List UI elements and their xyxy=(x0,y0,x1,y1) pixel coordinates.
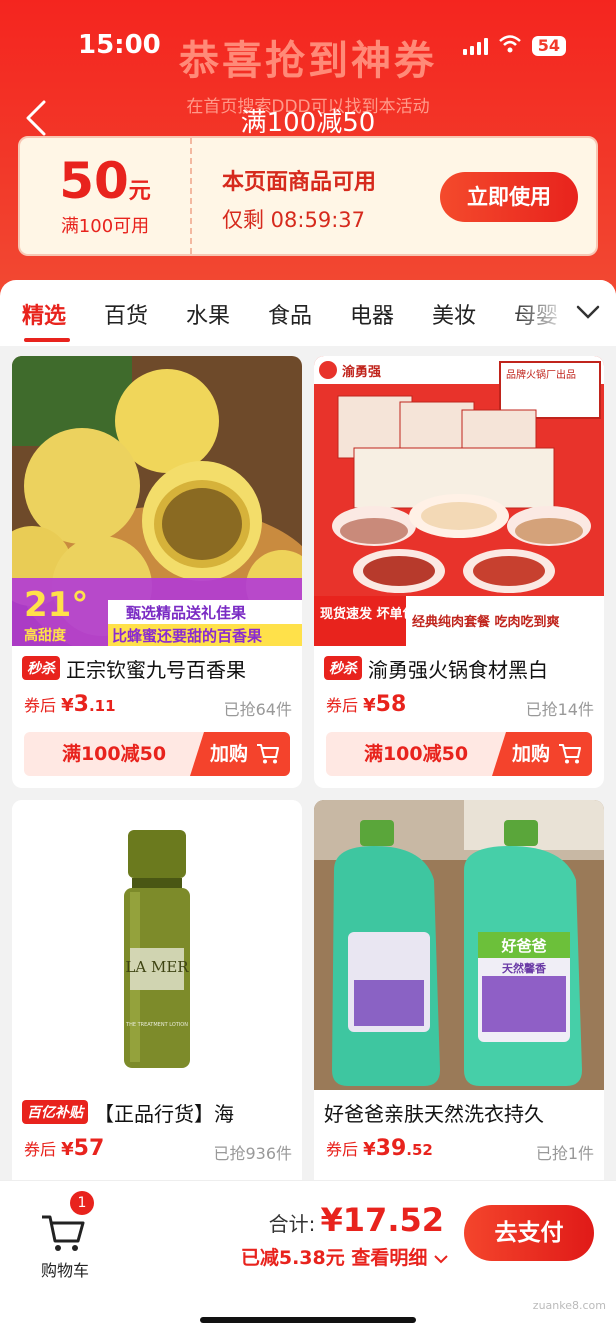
promo-bar: 满100减50 加购 xyxy=(24,732,290,776)
coupon-condition: 满100可用 xyxy=(60,216,150,237)
home-indicator xyxy=(200,1317,416,1323)
image-package: 经典纯肉套餐 吃肉吃到爽 xyxy=(412,614,560,630)
status-icons: 54 xyxy=(462,34,566,58)
product-card[interactable]: LA MER THE TREATMENT LOTION 百亿补贴 【正品行货】海… xyxy=(12,800,302,1220)
total-currency: ¥ xyxy=(320,1201,343,1239)
total-amount: 17.52 xyxy=(342,1201,444,1239)
expand-tabs-button[interactable] xyxy=(560,280,616,346)
bottle-brand: LA MER xyxy=(125,958,189,976)
checkout-bar: 1 购物车 合计: ¥17.52 已减5.38元 查看明细 去支付 zuanke… xyxy=(0,1180,616,1334)
cart-icon xyxy=(559,744,581,764)
jug-label-sub: 天然馨香 xyxy=(502,961,547,975)
promo-label: 满100减50 xyxy=(61,743,167,765)
promo-label: 满100减50 xyxy=(363,743,469,765)
bottle-sub: THE TREATMENT LOTION xyxy=(125,1022,188,1028)
product-image[interactable]: 21° 高甜度 甄选精品送礼佳果 比蜂蜜还要甜的百香果 xyxy=(12,356,302,646)
product-card[interactable]: 渝勇强 品牌火锅厂出品 现货速发 坏单包赔 经典纯肉套餐 吃肉吃到爽 秒杀 渝勇… xyxy=(314,356,604,788)
sold-count: 已抢14件 xyxy=(525,700,594,719)
total: 合计: ¥17.52 xyxy=(269,1201,444,1239)
cart-icon xyxy=(257,744,279,764)
cart-count-badge: 1 xyxy=(70,1191,94,1215)
add-to-cart-label: 加购 xyxy=(210,743,249,765)
currency-symbol: ¥ xyxy=(363,695,376,716)
chevron-down-icon xyxy=(576,305,600,319)
battery-icon: 54 xyxy=(531,36,566,56)
tab-featured[interactable]: 精选 xyxy=(22,298,66,330)
product-title[interactable]: 【正品行货】海 xyxy=(94,1098,234,1127)
coupon-timer: 仅剩 08:59:37 xyxy=(222,208,365,232)
view-details-link[interactable]: 查看明细 xyxy=(351,1247,427,1269)
watermark: zuanke8.com xyxy=(532,1299,606,1312)
use-now-button[interactable]: 立即使用 xyxy=(440,172,578,222)
image-slogan-1: 甄选精品送礼佳果 xyxy=(126,604,247,622)
cart-button[interactable]: 1 购物车 xyxy=(30,1191,100,1285)
tab-food[interactable]: 食品 xyxy=(268,298,312,330)
active-tab-indicator xyxy=(24,338,70,342)
product-image[interactable]: 渝勇强 品牌火锅厂出品 现货速发 坏单包赔 经典纯肉套餐 吃肉吃到爽 xyxy=(314,356,604,646)
status-time: 15:00 xyxy=(78,30,161,60)
currency-symbol: ¥ xyxy=(363,1139,376,1160)
tab-fruit[interactable]: 水果 xyxy=(186,298,230,330)
currency-symbol: ¥ xyxy=(61,695,74,716)
pay-button[interactable]: 去支付 xyxy=(464,1205,594,1261)
flash-sale-badge: 秒杀 xyxy=(22,656,60,680)
tab-beauty[interactable]: 美妆 xyxy=(432,298,476,330)
saved-amount: 已减5.38元 xyxy=(240,1247,345,1269)
price-decimal: .11 xyxy=(88,697,116,715)
page-title: 满100减50 xyxy=(240,108,376,138)
header-background: 恭喜抢到神券 在首页搜索DDD可以找到本活动 15:00 54 满100减50 … xyxy=(0,0,616,300)
sold-count: 已抢64件 xyxy=(223,700,292,719)
product-image[interactable]: LA MER THE TREATMENT LOTION xyxy=(12,800,302,1090)
image-corner: 品牌火锅厂出品 xyxy=(506,368,576,381)
price-label: 券后 xyxy=(24,1140,57,1159)
coupon-value: 50元 满100可用 xyxy=(20,138,192,254)
price-integer: 57 xyxy=(73,1136,105,1161)
total-label: 合计: xyxy=(268,1212,316,1236)
coupon-info: 本页面商品可用 仅剩 08:59:37 xyxy=(222,164,376,234)
tab-appliances[interactable]: 电器 xyxy=(350,298,394,330)
savings-details[interactable]: 已减5.38元 查看明细 xyxy=(241,1243,448,1270)
coupon-applicable: 本页面商品可用 xyxy=(222,170,377,195)
coupon-card: 50元 满100可用 本页面商品可用 仅剩 08:59:37 立即使用 xyxy=(18,136,598,256)
category-tabs: 精选 百货 水果 食品 电器 美妆 母婴 xyxy=(0,280,616,346)
image-brand: 渝勇强 xyxy=(342,364,381,380)
shopping-cart-icon xyxy=(42,1215,85,1251)
image-degree: 21° xyxy=(24,585,88,625)
tab-general[interactable]: 百货 xyxy=(104,298,148,330)
price-label: 券后 xyxy=(326,1140,359,1159)
add-to-cart-label: 加购 xyxy=(512,743,551,765)
currency-symbol: ¥ xyxy=(61,1139,74,1160)
product-title[interactable]: 好爸爸亲肤天然洗衣持久 xyxy=(324,1098,544,1127)
cart-label: 购物车 xyxy=(40,1261,89,1280)
wifi-icon xyxy=(498,34,522,58)
price-label: 券后 xyxy=(24,696,57,715)
image-sweetness: 高甜度 xyxy=(24,627,67,644)
price-label: 券后 xyxy=(326,696,359,715)
chevron-down-icon xyxy=(434,1255,448,1264)
product-card[interactable]: 21° 高甜度 甄选精品送礼佳果 比蜂蜜还要甜的百香果 秒杀 正宗钦蜜九号百香果… xyxy=(12,356,302,788)
product-card[interactable]: 好爸爸 天然馨香 好爸爸亲肤天然洗衣持久 券后 ¥39.52 已抢1件 xyxy=(314,800,604,1220)
product-title[interactable]: 渝勇强火锅食材黑白 xyxy=(368,654,548,683)
jug-label: 好爸爸 xyxy=(500,937,546,955)
product-image[interactable]: 好爸爸 天然馨香 xyxy=(314,800,604,1090)
signal-icon xyxy=(462,37,488,55)
image-slogan-2: 比蜂蜜还要甜的百香果 xyxy=(112,627,263,645)
flash-sale-badge: 秒杀 xyxy=(324,656,362,680)
add-to-cart-button[interactable]: 加购 xyxy=(492,732,592,776)
price-integer: 58 xyxy=(375,692,407,717)
product-title[interactable]: 正宗钦蜜九号百香果 xyxy=(66,654,246,683)
promo-bar: 满100减50 加购 xyxy=(326,732,592,776)
price-decimal: .52 xyxy=(406,1141,433,1159)
add-to-cart-button[interactable]: 加购 xyxy=(190,732,290,776)
price-integer: 39 xyxy=(375,1136,407,1161)
sold-count: 已抢1件 xyxy=(535,1144,594,1163)
price-integer: 3 xyxy=(73,692,89,717)
coupon-amount: 50 xyxy=(59,152,129,210)
coupon-unit: 元 xyxy=(128,179,151,204)
sold-count: 已抢936件 xyxy=(213,1144,292,1163)
subsidy-badge: 百亿补贴 xyxy=(22,1100,88,1124)
